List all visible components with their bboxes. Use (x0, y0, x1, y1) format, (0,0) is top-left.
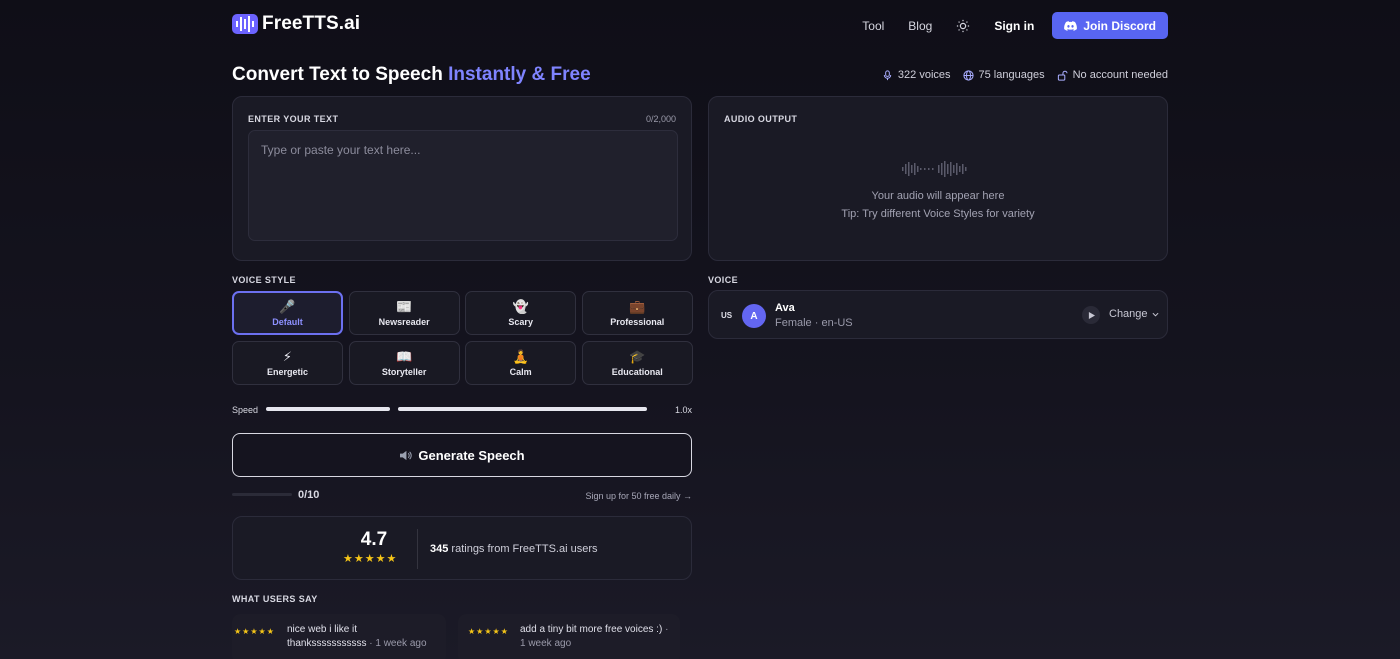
sun-icon[interactable] (956, 19, 970, 33)
output-placeholder: Your audio will appear here (871, 190, 1005, 202)
usage-count: 0/10 (298, 489, 320, 501)
nav-blog[interactable]: Blog (908, 19, 932, 33)
avatar: A (742, 304, 766, 328)
generate-label: Generate Speech (418, 447, 525, 463)
review-text: nice web i like it thanksssssssssss · 1 … (287, 624, 427, 649)
style-scary[interactable]: 👻 Scary (465, 291, 577, 335)
review-card: ★★★★★ add a tiny bit more free voices :)… (458, 614, 680, 659)
nav-tool[interactable]: Tool (862, 19, 884, 33)
signup-link[interactable]: Sign up for 50 free daily → (585, 491, 692, 501)
ghost-icon: 👻 (512, 298, 529, 314)
voices-stat: 322 voices (882, 69, 951, 81)
style-energetic[interactable]: ⚡ Energetic (232, 341, 343, 385)
voice-country: US (721, 311, 733, 320)
input-label: ENTER YOUR TEXT (248, 114, 339, 124)
char-count: 0/2,000 (645, 114, 676, 124)
style-label: Default (272, 316, 303, 327)
logo-waveform-icon (232, 14, 258, 34)
style-calm[interactable]: 🧘 Calm (465, 341, 577, 385)
account-stat: No account needed (1057, 69, 1168, 81)
join-discord-button[interactable]: Join Discord (1052, 12, 1168, 39)
style-label: Energetic (266, 366, 308, 377)
text-input[interactable]: Type or paste your text here... (248, 130, 678, 241)
reviews-label: WHAT USERS SAY (232, 594, 318, 604)
voice-name: Ava (775, 302, 795, 314)
microphone-icon (883, 69, 892, 80)
graduation-cap-icon: 🎓 (629, 348, 646, 364)
voice-style-label: VOICE STYLE (232, 275, 296, 285)
style-default[interactable]: 🎤 Default (232, 291, 343, 335)
output-tip: Tip: Try different Voice Styles for vari… (841, 208, 1035, 220)
voice-label: VOICE (708, 275, 739, 285)
review-stars: ★★★★★ (234, 627, 275, 636)
play-icon (1088, 311, 1095, 319)
microphone-icon: 🎤 (279, 298, 296, 314)
style-newsreader[interactable]: 📰 Newsreader (348, 291, 460, 335)
style-label: Scary (508, 316, 533, 327)
audio-output-card: AUDIO OUTPUT Your audio will appear here… (708, 96, 1168, 261)
style-label: Calm (509, 366, 532, 377)
rating-card: 4.7 ★★★★★ 345 ratings from FreeTTS.ai us… (232, 516, 692, 580)
speed-label: Speed (232, 405, 259, 415)
meditation-icon: 🧘 (512, 348, 529, 364)
usage-progress-bar (232, 493, 292, 496)
style-storyteller[interactable]: 📖 Storyteller (348, 341, 460, 385)
top-nav: FreeTTS.ai Tool Blog Sign in Join Discor… (232, 0, 1168, 50)
change-label: Change (1109, 308, 1148, 320)
speed-slider-right[interactable] (398, 407, 647, 411)
style-label: Newsreader (378, 316, 430, 327)
page: FreeTTS.ai Tool Blog Sign in Join Discor… (232, 0, 1168, 659)
output-label: AUDIO OUTPUT (724, 114, 798, 124)
page-title: Convert Text to Speech Instantly & Free (232, 64, 591, 85)
discord-icon (1064, 20, 1078, 31)
voice-style-grid: 🎤 Default 📰 Newsreader 👻 Scary 💼 Professiona… (232, 291, 693, 385)
logo-text: FreeTTS.ai (262, 13, 361, 34)
lightning-icon: ⚡ (282, 348, 293, 364)
review-text: add a tiny bit more free voices :) · 1 w… (520, 624, 669, 649)
briefcase-icon: 💼 (629, 298, 646, 314)
review-card: ★★★★★ nice web i like it thankssssssssss… (232, 614, 446, 659)
speaker-icon (400, 450, 413, 460)
play-preview-button[interactable] (1082, 306, 1100, 324)
style-label: Professional (610, 316, 665, 327)
newspaper-icon: 📰 (396, 298, 413, 314)
logo[interactable]: FreeTTS.ai (232, 12, 360, 36)
rating-score: 4.7 (360, 529, 388, 550)
rating-stars: ★★★★★ (343, 553, 398, 565)
chevron-down-icon (1152, 312, 1159, 317)
text-input-card: ENTER YOUR TEXT 0/2,000 Type or paste yo… (232, 96, 692, 261)
globe-icon (962, 69, 974, 81)
book-icon: 📖 (396, 348, 413, 364)
unlock-icon (1057, 70, 1068, 81)
waveform-icon (902, 161, 967, 177)
speed-slider-left[interactable] (266, 407, 390, 411)
review-stars: ★★★★★ (468, 627, 509, 636)
rating-summary: 345 ratings from FreeTTS.ai users (430, 543, 598, 555)
style-label: Storyteller (381, 366, 427, 377)
style-educational[interactable]: 🎓 Educational (581, 341, 693, 385)
languages-stat: 75 languages (962, 69, 1045, 81)
generate-speech-button[interactable]: Generate Speech (232, 433, 692, 477)
nav-links: Tool Blog Sign in Join Discord (862, 12, 1168, 39)
speed-value: 1.0x (674, 405, 692, 415)
sign-in-link[interactable]: Sign in (994, 19, 1034, 33)
speed-control: Speed 1.0x (232, 403, 692, 417)
rating-divider (417, 529, 418, 569)
style-label: Educational (611, 366, 663, 377)
change-voice-button[interactable]: Change (1109, 308, 1159, 320)
style-professional[interactable]: 💼 Professional (581, 291, 693, 335)
stats-row: 322 voices 75 languages No account neede… (882, 69, 1168, 81)
voice-selector[interactable]: US A Ava Female · en-US Change (708, 290, 1168, 339)
voice-meta: Female · en-US (775, 317, 853, 329)
discord-label: Join Discord (1083, 18, 1156, 33)
